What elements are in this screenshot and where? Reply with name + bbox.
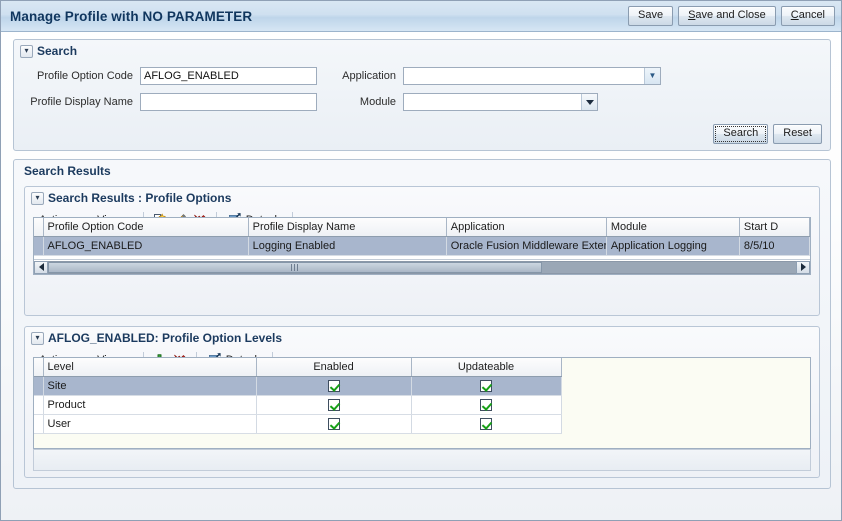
horizontal-scrollbar[interactable] [34, 259, 810, 274]
column-header-profile-display-name[interactable]: Profile Display Name [248, 218, 447, 237]
chevron-down-icon[interactable] [581, 94, 597, 110]
chevron-down-icon[interactable]: ▼ [644, 68, 660, 84]
updateable-checkbox[interactable] [480, 417, 492, 430]
search-results-title: Search Results [24, 164, 111, 178]
search-panel-header: ▾ Search [14, 40, 830, 58]
chevron-down-icon[interactable]: ▾ [31, 191, 44, 205]
module-label: Module [359, 96, 396, 108]
cell-level: Site [43, 376, 257, 396]
levels-table-wrapper: Level Enabled Updateable Site Product Us… [33, 357, 811, 449]
profile-option-code-label: Profile Option Code [37, 70, 133, 82]
search-action-buttons: Search Reset [713, 124, 822, 144]
cell-profile-display-name: Logging Enabled [248, 236, 447, 256]
search-field-row-1: Profile Option Code Application ▼ [24, 65, 830, 87]
page-title: Manage Profile with NO PARAMETER [10, 8, 253, 24]
save-and-close-button[interactable]: Save and Close [678, 6, 776, 26]
row-handle[interactable] [34, 395, 44, 415]
save-button-label: Save [638, 9, 664, 21]
search-panel: ▾ Search Profile Option Code Application… [13, 39, 831, 151]
profile-option-code-input[interactable] [140, 67, 317, 85]
application-lov[interactable]: ▼ [403, 67, 661, 85]
chevron-down-icon[interactable]: ▾ [20, 44, 33, 58]
cell-updateable[interactable] [411, 376, 562, 396]
search-field-row-2: Profile Display Name Module [24, 91, 830, 113]
column-header-start-date[interactable]: Start D [739, 218, 810, 237]
column-header-enabled[interactable]: Enabled [256, 358, 412, 377]
cell-application: Oracle Fusion Middleware Exter [446, 236, 607, 256]
column-header-application[interactable]: Application [446, 218, 607, 237]
profile-options-title: Search Results : Profile Options [48, 191, 232, 205]
updateable-checkbox[interactable] [480, 379, 492, 392]
module-input[interactable] [404, 94, 581, 110]
row-handle[interactable] [34, 236, 44, 256]
table-row[interactable]: AFLOG_ENABLED Logging Enabled Oracle Fus… [34, 236, 810, 256]
arrow-left-icon[interactable] [34, 260, 48, 274]
application-input[interactable] [404, 68, 644, 84]
cell-enabled[interactable] [256, 414, 412, 434]
column-header-profile-option-code[interactable]: Profile Option Code [43, 218, 249, 237]
table-row[interactable]: Site [34, 376, 562, 396]
column-header-level[interactable]: Level [43, 358, 257, 377]
enabled-checkbox[interactable] [327, 398, 340, 411]
levels-title: AFLOG_ENABLED: Profile Option Levels [48, 331, 283, 345]
search-panel-title: Search [37, 44, 78, 58]
profile-display-name-label: Profile Display Name [30, 96, 133, 108]
table-row[interactable]: User [34, 414, 562, 434]
profile-options-table: Profile Option Code Profile Display Name… [34, 218, 810, 256]
scrollbar-track[interactable] [48, 260, 796, 274]
table-header-row: Level Enabled Updateable [34, 358, 562, 377]
table-header-row: Profile Option Code Profile Display Name… [34, 218, 810, 237]
cell-updateable[interactable] [411, 414, 562, 434]
profile-options-panel: ▾ Search Results : Profile Options Actio… [24, 186, 820, 316]
title-bar: Manage Profile with NO PARAMETER Save Sa… [1, 1, 841, 32]
cell-profile-option-code: AFLOG_ENABLED [43, 236, 249, 256]
cancel-button[interactable]: Cancel [780, 6, 835, 26]
cell-module: Application Logging [606, 236, 740, 256]
table-row[interactable]: Product [34, 395, 562, 415]
enabled-checkbox[interactable] [327, 379, 340, 392]
profile-options-header: ▾ Search Results : Profile Options [25, 187, 819, 205]
enabled-checkbox[interactable] [327, 417, 340, 430]
levels-header: ▾ AFLOG_ENABLED: Profile Option Levels [25, 327, 819, 345]
module-select[interactable] [403, 93, 598, 111]
scrollbar-grip [291, 263, 299, 271]
application-window: Manage Profile with NO PARAMETER Save Sa… [0, 0, 842, 521]
row-handle-header [34, 358, 44, 377]
cell-updateable[interactable] [411, 395, 562, 415]
levels-footer-strip [33, 449, 811, 471]
levels-table: Level Enabled Updateable Site Product Us… [34, 358, 562, 434]
title-bar-actions: Save Save and Close Cancel [628, 6, 835, 26]
row-handle[interactable] [34, 414, 44, 434]
cell-level: Product [43, 395, 257, 415]
search-results-region: Search Results ▾ Search Results : Profil… [13, 159, 831, 489]
row-handle[interactable] [34, 376, 44, 396]
profile-display-name-input[interactable] [140, 93, 317, 111]
row-handle-header [34, 218, 44, 237]
cell-enabled[interactable] [256, 395, 412, 415]
cell-start-date: 8/5/10 [739, 236, 810, 256]
arrow-right-icon[interactable] [796, 260, 810, 274]
search-fields: Profile Option Code Application ▼ Profil… [14, 65, 830, 113]
column-header-updateable[interactable]: Updateable [411, 358, 562, 377]
profile-options-table-wrapper: Profile Option Code Profile Display Name… [33, 217, 811, 275]
save-button[interactable]: Save [628, 6, 674, 26]
cell-enabled[interactable] [256, 376, 412, 396]
profile-option-levels-panel: ▾ AFLOG_ENABLED: Profile Option Levels A… [24, 326, 820, 478]
chevron-down-icon[interactable]: ▾ [31, 331, 44, 345]
scrollbar-thumb[interactable] [48, 261, 542, 273]
search-button[interactable]: Search [713, 124, 769, 144]
updateable-checkbox[interactable] [480, 398, 492, 411]
reset-button[interactable]: Reset [773, 124, 822, 144]
cell-level: User [43, 414, 257, 434]
column-header-module[interactable]: Module [606, 218, 740, 237]
application-label: Application [342, 70, 396, 82]
